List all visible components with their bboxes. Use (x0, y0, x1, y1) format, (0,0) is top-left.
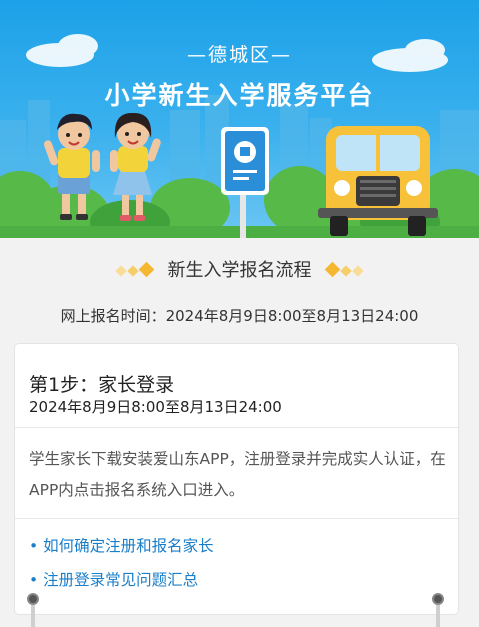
divider (15, 518, 458, 519)
section-title: 新生入学报名流程 (167, 260, 312, 281)
district-name: —德城区— (186, 44, 292, 66)
step-card: 第1步：家长登录 2024年8月9日8:00至8月13日24:00 学生家长下载… (14, 343, 459, 615)
school-bus (318, 126, 438, 236)
step-description: 学生家长下载安装爱山东APP，注册登录并完成实人认证，在APP内点击报名系统入口… (29, 450, 446, 499)
platform-title: 小学新生入学服务平台 (104, 81, 375, 110)
link-login-faq[interactable]: • 注册登录常见问题汇总 (29, 568, 198, 590)
timeline-pin-right (432, 593, 444, 627)
step-time: 2024年8月9日8:00至8月13日24:00 (29, 398, 282, 416)
bus-stop-sign (221, 127, 269, 238)
diamond-decoration-right (324, 259, 364, 280)
timeline-pin-left (27, 593, 39, 627)
registration-time: 网上报名时间：2024年8月9日8:00至8月13日24:00 (60, 307, 419, 325)
link-confirm-parent[interactable]: • 如何确定注册和报名家长 (29, 534, 214, 556)
section-header: 新生入学报名流程 (0, 256, 479, 282)
hero-illustration (0, 34, 479, 238)
diamond-decoration-left (115, 259, 155, 280)
hero-banner: —德城区— 小学新生入学服务平台 (0, 0, 479, 238)
divider (15, 427, 458, 428)
step-title: 第1步：家长登录 (29, 374, 175, 396)
